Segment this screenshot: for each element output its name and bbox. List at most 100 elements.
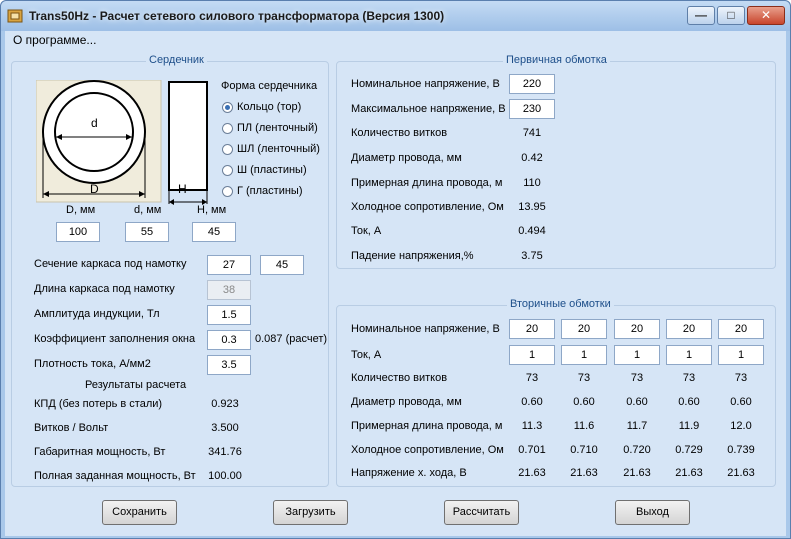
secondary-label-open-voltage: Напряжение х. хода, В xyxy=(351,467,467,479)
primary-label-length: Примерная длина провода, м xyxy=(351,177,503,189)
section-input-2[interactable]: 45 xyxy=(260,255,304,275)
menu-about[interactable]: О программе... xyxy=(13,33,96,47)
secondary-voltage-input-2[interactable]: 20 xyxy=(561,319,607,339)
shape-title: Форма сердечника xyxy=(221,80,318,92)
results-label-overall-power: Габаритная мощность, Вт xyxy=(34,446,166,458)
secondary-resistance-4: 0.729 xyxy=(675,444,703,456)
shape-label-shl[interactable]: ШЛ (ленточный) xyxy=(237,143,320,155)
radio-ring[interactable] xyxy=(222,102,233,113)
close-button[interactable]: ✕ xyxy=(747,6,785,25)
minimize-icon: — xyxy=(695,8,707,22)
secondary-turns-1: 73 xyxy=(525,372,539,384)
d-input[interactable]: 55 xyxy=(125,222,169,242)
secondary-resistance-5: 0.739 xyxy=(727,444,755,456)
secondary-voltage-label: Номинальное напряжение, В xyxy=(351,323,500,335)
calculate-button[interactable]: Рассчитать xyxy=(444,500,519,525)
secondary-label-length: Примерная длина провода, м xyxy=(351,420,503,432)
shape-label-ring[interactable]: Кольцо (тор) xyxy=(237,101,301,113)
secondary-resistance-3: 0.720 xyxy=(623,444,651,456)
secondary-turns-3: 73 xyxy=(630,372,644,384)
primary-label-turns: Количество витков xyxy=(351,127,448,139)
results-label-turns-per-volt: Витков / Вольт xyxy=(34,422,109,434)
primary-value-length: 110 xyxy=(523,177,541,189)
density-input[interactable]: 3.5 xyxy=(207,355,251,375)
load-button[interactable]: Загрузить xyxy=(273,500,348,525)
title-bar: Trans50Hz - Расчет сетевого силового тра… xyxy=(1,1,790,31)
menu-bar: О программе... xyxy=(5,31,786,49)
shape-label-sh[interactable]: Ш (пластины) xyxy=(237,164,307,176)
maximize-button[interactable]: □ xyxy=(717,6,745,25)
secondary-label-turns: Количество витков xyxy=(351,372,448,384)
D-input[interactable]: 100 xyxy=(56,222,100,242)
shape-label-pl[interactable]: ПЛ (ленточный) xyxy=(237,122,318,134)
secondary-resistance-2: 0.710 xyxy=(570,444,598,456)
secondary-voltage-input-4[interactable]: 20 xyxy=(666,319,712,339)
secondary-voltage-input-5[interactable]: 20 xyxy=(718,319,764,339)
secondary-open-voltage-1: 21.63 xyxy=(518,467,546,479)
fill-label: Коэффициент заполнения окна xyxy=(34,333,196,345)
primary-group-title: Первичная обмотка xyxy=(503,54,610,66)
exit-button[interactable]: Выход xyxy=(615,500,690,525)
results-value-efficiency: 0.923 xyxy=(211,398,239,410)
primary-label-resistance: Холодное сопротивление, Ом xyxy=(351,201,504,213)
secondary-length-5: 12.0 xyxy=(730,420,752,432)
radio-g[interactable] xyxy=(222,186,233,197)
diagram-label-H: H xyxy=(178,182,187,196)
radio-pl[interactable] xyxy=(222,123,233,134)
shape-label-g[interactable]: Г (пластины) xyxy=(237,185,303,197)
secondary-current-input-3[interactable]: 1 xyxy=(614,345,660,365)
secondary-open-voltage-5: 21.63 xyxy=(727,467,755,479)
H-input[interactable]: 45 xyxy=(192,222,236,242)
secondary-current-input-2[interactable]: 1 xyxy=(561,345,607,365)
secondary-open-voltage-2: 21.63 xyxy=(570,467,598,479)
primary-rated-voltage-label: Номинальное напряжение, В xyxy=(351,78,500,90)
secondary-diameter-2: 0.60 xyxy=(573,396,595,408)
secondary-diameter-4: 0.60 xyxy=(678,396,700,408)
dim-label-d: d, мм xyxy=(134,204,162,216)
secondary-length-3: 11.7 xyxy=(626,420,648,432)
radio-sh[interactable] xyxy=(222,165,233,176)
length-input: 38 xyxy=(207,280,251,300)
induction-label: Амплитуда индукции, Тл xyxy=(34,308,160,320)
secondary-diameter-5: 0.60 xyxy=(730,396,752,408)
results-value-total-power: 100.00 xyxy=(208,470,242,482)
core-group: Сердечник d D H Форма сердечника Кольцо … xyxy=(11,54,329,487)
primary-value-resistance: 13.95 xyxy=(518,201,546,213)
client-area: Сердечник d D H Форма сердечника Кольцо … xyxy=(5,49,786,536)
secondary-group-title: Вторичные обмотки xyxy=(507,298,614,310)
section-input-1[interactable]: 27 xyxy=(207,255,251,275)
results-label-total-power: Полная заданная мощность, Вт xyxy=(34,470,196,482)
secondary-voltage-input-1[interactable]: 20 xyxy=(509,319,555,339)
induction-input[interactable]: 1.5 xyxy=(207,305,251,325)
radio-shl[interactable] xyxy=(222,144,233,155)
secondary-current-label: Ток, А xyxy=(351,349,382,361)
results-label-efficiency: КПД (без потерь в стали) xyxy=(34,398,163,410)
primary-label-current: Ток, А xyxy=(351,225,382,237)
diagram-label-d: d xyxy=(91,116,98,130)
secondary-voltage-input-3[interactable]: 20 xyxy=(614,319,660,339)
minimize-button[interactable]: — xyxy=(687,6,715,25)
secondary-current-input-1[interactable]: 1 xyxy=(509,345,555,365)
secondary-resistance-1: 0.701 xyxy=(518,444,546,456)
primary-max-voltage-input[interactable]: 230 xyxy=(509,99,555,119)
secondary-length-2: 11.6 xyxy=(573,420,595,432)
secondary-open-voltage-4: 21.63 xyxy=(675,467,703,479)
secondary-turns-5: 73 xyxy=(734,372,748,384)
primary-value-diameter: 0.42 xyxy=(521,152,543,164)
primary-value-drop: 3.75 xyxy=(521,250,543,262)
primary-rated-voltage-input[interactable]: 220 xyxy=(509,74,555,94)
secondary-current-input-5[interactable]: 1 xyxy=(718,345,764,365)
window-title: Trans50Hz - Расчет сетевого силового тра… xyxy=(29,9,445,23)
secondary-length-4: 11.9 xyxy=(678,420,700,432)
core-diagram xyxy=(36,80,208,205)
secondary-current-input-4[interactable]: 1 xyxy=(666,345,712,365)
close-icon: ✕ xyxy=(760,8,772,22)
secondary-label-diameter: Диаметр провода, мм xyxy=(351,396,462,408)
secondary-diameter-1: 0.60 xyxy=(521,396,543,408)
primary-max-voltage-label: Максимальное напряжение, В xyxy=(351,103,506,115)
save-button[interactable]: Сохранить xyxy=(102,500,177,525)
section-label: Сечение каркаса под намотку xyxy=(34,258,187,270)
fill-calc-value: 0.087 (расчет) xyxy=(255,333,328,345)
fill-input[interactable]: 0.3 xyxy=(207,330,251,350)
core-group-title: Сердечник xyxy=(146,54,207,66)
